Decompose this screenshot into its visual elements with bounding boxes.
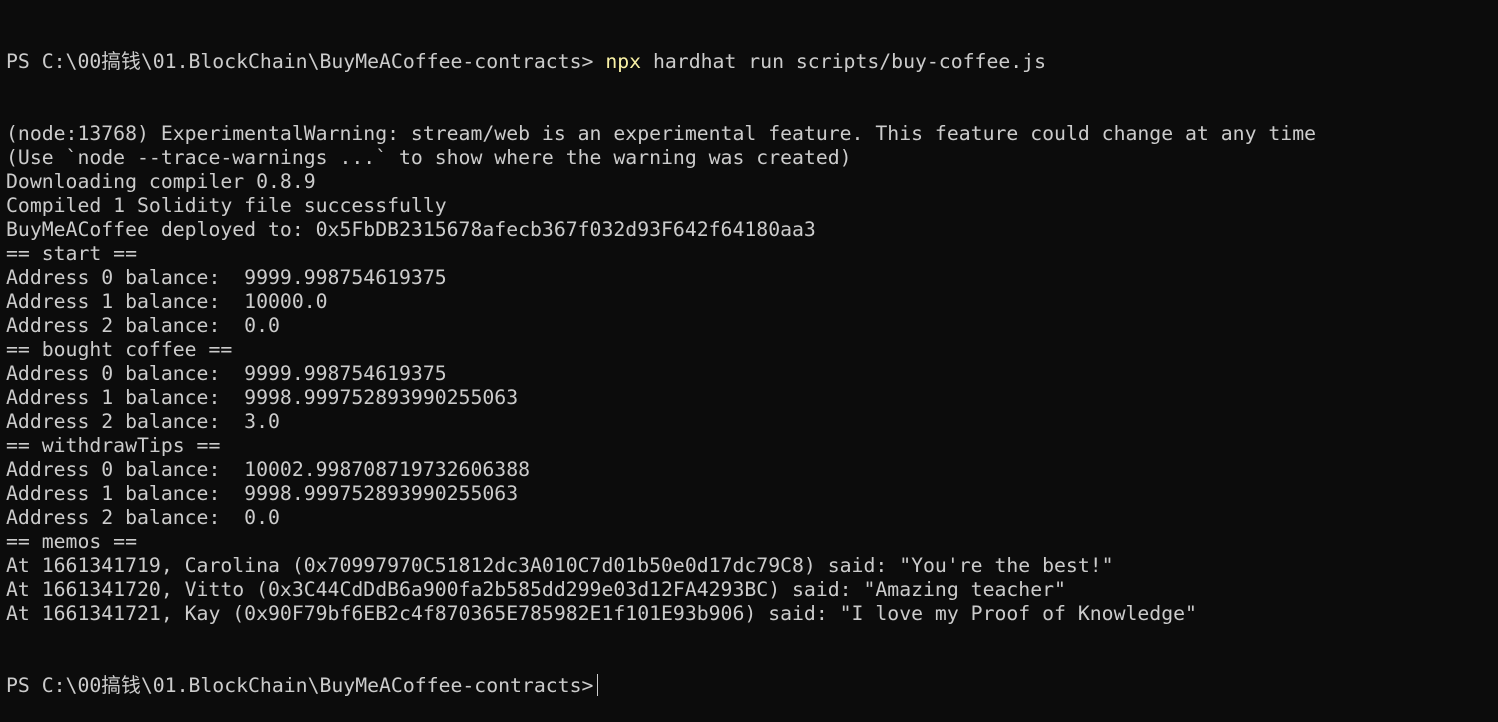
output-line: Address 2 balance: 0.0 — [6, 506, 280, 529]
output-line: (node:13768) ExperimentalWarning: stream… — [6, 122, 1317, 145]
output-line: == memos == — [6, 530, 138, 553]
output-line: == bought coffee == — [6, 338, 233, 361]
output-line: At 1661341720, Vitto (0x3C44CdDdB6a900fa… — [6, 578, 1066, 601]
output-line: Address 2 balance: 3.0 — [6, 410, 280, 433]
output-line: Downloading compiler 0.8.9 — [6, 170, 316, 193]
output-line: Address 0 balance: 10002.998708719732606… — [6, 458, 531, 481]
terminal-window[interactable]: PS C:\00搞钱\01.BlockChain\BuyMeACoffee-co… — [0, 0, 1498, 697]
output-line: Address 2 balance: 0.0 — [6, 314, 280, 337]
output-line: Address 1 balance: 10000.0 — [6, 290, 328, 313]
output-line: == start == — [6, 242, 138, 265]
output-line: At 1661341719, Carolina (0x70997970C5181… — [6, 554, 1114, 577]
final-prompt-path: PS C:\00搞钱\01.BlockChain\BuyMeACoffee-co… — [6, 674, 594, 697]
output-line: BuyMeACoffee deployed to: 0x5FbDB2315678… — [6, 218, 816, 241]
command-line: PS C:\00搞钱\01.BlockChain\BuyMeACoffee-co… — [6, 50, 1498, 74]
output-line: Address 0 balance: 9999.998754619375 — [6, 362, 447, 385]
output-line: Address 1 balance: 9998.9997528939902550… — [6, 386, 519, 409]
command-program: npx — [605, 50, 642, 73]
output-line: Compiled 1 Solidity file successfully — [6, 194, 447, 217]
output-line: Address 0 balance: 9999.998754619375 — [6, 266, 447, 289]
prompt-path: PS C:\00搞钱\01.BlockChain\BuyMeACoffee-co… — [6, 50, 594, 73]
output-line: At 1661341721, Kay (0x90F79bf6EB2c4f8703… — [6, 602, 1197, 625]
output-line: (Use `node --trace-warnings ...` to show… — [6, 146, 852, 169]
output-line: Address 1 balance: 9998.9997528939902550… — [6, 482, 519, 505]
command-args: hardhat run scripts/buy-coffee.js — [652, 50, 1046, 73]
text-cursor — [597, 674, 599, 696]
output-line: == withdrawTips == — [6, 434, 221, 457]
terminal-output: (node:13768) ExperimentalWarning: stream… — [6, 122, 1498, 626]
final-prompt-line[interactable]: PS C:\00搞钱\01.BlockChain\BuyMeACoffee-co… — [6, 674, 1498, 698]
